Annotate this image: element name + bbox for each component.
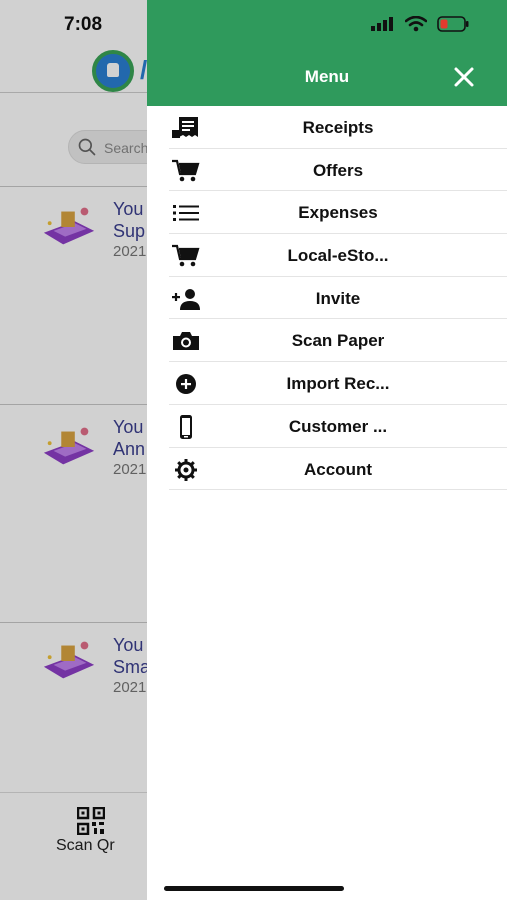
drawer-overlay[interactable] [0, 0, 147, 900]
menu-item-label: Scan Paper [291, 331, 385, 351]
menu-item-offers[interactable]: Offers [169, 149, 507, 192]
drawer-menu: Receipts Offers Expenses Local-eSto... I… [169, 106, 507, 491]
menu-item-invite[interactable]: Invite [169, 277, 507, 320]
close-icon[interactable] [453, 66, 475, 88]
menu-item-receipts[interactable]: Receipts [169, 106, 507, 149]
drawer-header: Menu [147, 0, 507, 106]
menu-item-expenses[interactable]: Expenses [169, 191, 507, 235]
menu-item-label: Import Rec... [286, 374, 390, 394]
home-indicator[interactable] [164, 886, 344, 891]
menu-item-import-receipts[interactable]: Import Rec... [169, 362, 507, 405]
navigation-drawer: Menu Receipts Offers Expenses Local-eSto… [147, 0, 507, 900]
menu-item-account[interactable]: Account [169, 448, 507, 491]
status-icons [371, 16, 469, 32]
menu-item-label: Expenses [298, 203, 378, 223]
menu-item-label: Receipts [302, 118, 374, 137]
menu-item-customer[interactable]: Customer ... [169, 405, 507, 448]
menu-item-local-estore[interactable]: Local-eSto... [169, 234, 507, 277]
signal-icon [371, 17, 393, 31]
wifi-icon [405, 16, 427, 32]
menu-item-label: Customer ... [288, 416, 388, 436]
menu-item-scan-paper[interactable]: Scan Paper [169, 319, 507, 363]
menu-item-label: Account [304, 459, 372, 479]
battery-icon [437, 16, 469, 32]
menu-item-label: Local-eSto... [287, 246, 389, 266]
menu-item-label: Invite [315, 288, 361, 308]
menu-item-label: Offers [312, 160, 364, 180]
